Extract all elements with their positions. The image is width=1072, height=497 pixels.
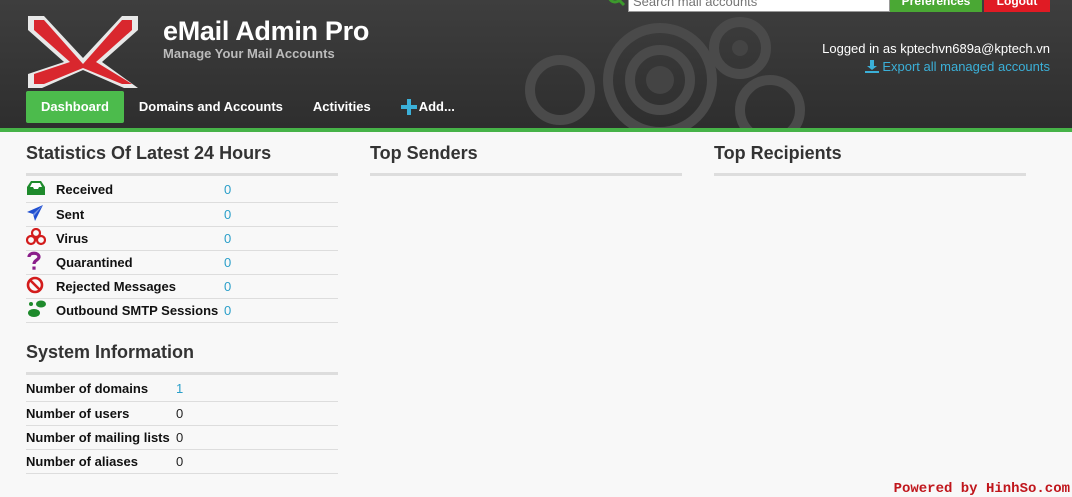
tab-dashboard[interactable]: Dashboard — [26, 91, 124, 123]
search-icon[interactable] — [606, 0, 626, 10]
stat-value[interactable]: 0 — [224, 298, 338, 323]
sys-label: Number of users — [26, 401, 176, 426]
system-info-table: Number of domains 1 Number of users 0 Nu… — [26, 377, 338, 474]
preferences-button[interactable]: Preferences — [890, 0, 982, 12]
top-recipients-title: Top Recipients — [714, 143, 842, 163]
footprints-icon — [28, 300, 46, 317]
table-row: Number of aliases 0 — [26, 449, 338, 474]
table-row: Sent 0 — [26, 202, 338, 227]
stat-label: Virus — [56, 226, 224, 251]
export-label: Export all managed accounts — [882, 59, 1050, 74]
inbox-icon — [27, 181, 45, 196]
top-recipients-rule — [714, 173, 1026, 176]
logo-icon — [28, 16, 138, 88]
logout-button[interactable]: Logout — [984, 0, 1050, 12]
top-senders-title: Top Senders — [370, 143, 478, 163]
stat-value[interactable]: 0 — [224, 274, 338, 299]
table-row: Number of mailing lists 0 — [26, 425, 338, 450]
system-info-title: System Information — [26, 342, 195, 362]
stats-panel: Statistics Of Latest 24 Hours Received 0… — [25, 143, 338, 323]
footer-credit: Powered by HinhSo.com — [893, 481, 1070, 497]
export-accounts-link[interactable]: Export all managed accounts — [865, 59, 1050, 74]
app-title: eMail Admin Pro — [163, 16, 370, 46]
sys-label: Number of domains — [26, 377, 176, 402]
system-info-rule — [26, 372, 338, 375]
gears-decoration — [525, 17, 805, 128]
question-icon — [27, 251, 41, 270]
tab-activities[interactable]: Activities — [298, 91, 386, 123]
add-label: Add... — [418, 99, 455, 114]
stat-label: Rejected Messages — [56, 274, 224, 299]
stats-title: Statistics Of Latest 24 Hours — [26, 143, 272, 163]
top-recipients-panel: Top Recipients — [714, 143, 1026, 176]
table-row: Number of domains 1 — [26, 377, 338, 402]
sys-value: 0 — [176, 401, 338, 426]
sys-label: Number of aliases — [26, 449, 176, 474]
ban-icon — [26, 276, 44, 293]
stat-value[interactable]: 0 — [224, 202, 338, 227]
system-info-panel: System Information Number of domains 1 N… — [26, 342, 338, 474]
biohazard-icon — [25, 227, 47, 245]
table-row: Rejected Messages 0 — [26, 274, 338, 299]
main-nav: Dashboard Domains and Accounts Activitie… — [26, 91, 470, 123]
stat-value[interactable]: 0 — [224, 178, 338, 203]
paper-plane-icon — [27, 204, 43, 221]
stat-label: Sent — [56, 202, 224, 227]
header-divider — [0, 128, 1072, 132]
plus-icon — [400, 99, 417, 115]
table-row: Number of users 0 — [26, 401, 338, 426]
app-subtitle: Manage Your Mail Accounts — [163, 46, 335, 61]
sys-value: 0 — [176, 449, 338, 474]
search-input[interactable] — [628, 0, 890, 12]
stat-value[interactable]: 0 — [224, 226, 338, 251]
sys-value: 0 — [176, 425, 338, 450]
sys-value[interactable]: 1 — [176, 377, 338, 402]
stat-label: Received — [56, 178, 224, 203]
stat-label: Outbound SMTP Sessions — [56, 298, 224, 323]
table-row: Outbound SMTP Sessions 0 — [26, 298, 338, 323]
tab-add[interactable]: Add... — [386, 91, 470, 123]
table-row: Received 0 — [26, 178, 338, 203]
table-row: Quarantined 0 — [26, 250, 338, 275]
sys-label: Number of mailing lists — [26, 425, 176, 450]
top-senders-panel: Top Senders — [370, 143, 682, 176]
stats-table: Received 0 Sent 0 Virus 0 Quarantined 0 … — [25, 178, 338, 323]
app-header: eMail Admin Pro Manage Your Mail Account… — [0, 0, 1072, 128]
download-icon — [865, 60, 880, 73]
stat-label: Quarantined — [56, 250, 224, 275]
stats-rule — [26, 173, 338, 176]
table-row: Virus 0 — [25, 226, 338, 251]
tab-domains-accounts[interactable]: Domains and Accounts — [124, 91, 298, 123]
stat-value[interactable]: 0 — [224, 250, 338, 275]
logged-in-status: Logged in as kptechvn689a@kptech.vn — [822, 41, 1050, 56]
top-senders-rule — [370, 173, 682, 176]
